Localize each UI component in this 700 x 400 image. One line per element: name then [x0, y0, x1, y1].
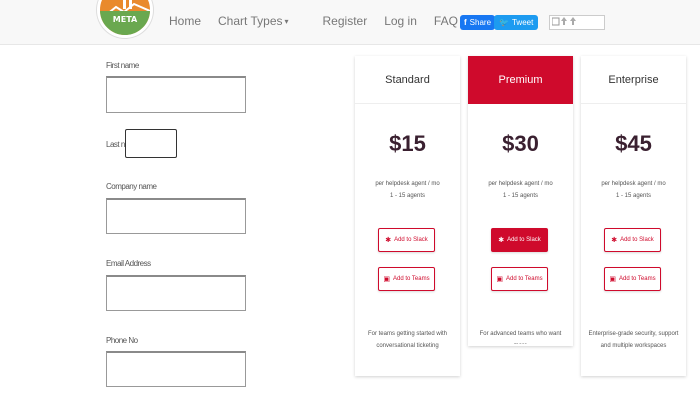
- add-to-teams-button[interactable]: ▣ Add to Teams: [378, 267, 435, 291]
- plan-description: Enterprise-grade security, support and m…: [588, 331, 679, 349]
- plan-price-details: per helpdesk agent / mo 1 - 15 agents: [355, 178, 460, 202]
- top-navbar: META Home Chart Types ▾ Register Log in F…: [0, 0, 700, 45]
- plan-agent-range: 1 - 15 agents: [389, 193, 426, 199]
- phone-input[interactable]: [106, 351, 246, 387]
- company-input[interactable]: [106, 198, 246, 234]
- nav-login[interactable]: Log in: [384, 14, 417, 28]
- add-to-slack-button[interactable]: ✱ Add to Slack: [491, 228, 548, 252]
- facebook-share-button[interactable]: f Share: [460, 15, 496, 30]
- plan-price: $45: [615, 131, 652, 156]
- facebook-icon: f: [464, 18, 467, 27]
- plan-name: Premium: [468, 56, 573, 104]
- plan-name: Enterprise: [581, 56, 686, 104]
- add-to-teams-button[interactable]: ▣ Add to Teams: [491, 267, 548, 291]
- plan-name: Standard: [355, 56, 460, 104]
- nav-faq[interactable]: FAQ: [434, 14, 458, 28]
- nav-register[interactable]: Register: [323, 14, 368, 28]
- slack-icon: ✱: [611, 237, 618, 244]
- logo-text: META: [112, 15, 138, 24]
- plan-description: For advanced teams who want more: [479, 331, 562, 344]
- add-to-slack-label: Add to Slack: [507, 237, 541, 243]
- slack-icon: ✱: [385, 237, 392, 244]
- teams-icon: ▣: [609, 276, 617, 283]
- plan-price: $15: [389, 131, 426, 156]
- chevron-down-icon: ▾: [284, 17, 289, 27]
- nav-home[interactable]: Home: [169, 14, 201, 28]
- phone-label: Phone No: [106, 336, 138, 345]
- nav-chart-types[interactable]: Chart Types ▾: [218, 14, 306, 28]
- share-widget-icon: [551, 17, 576, 26]
- add-to-teams-label: Add to Teams: [506, 276, 543, 282]
- first-name-input[interactable]: [106, 76, 246, 113]
- plan-per-agent: per helpdesk agent / mo: [488, 181, 553, 187]
- slack-icon: ✱: [498, 237, 505, 244]
- pricing-card-enterprise: Enterprise $45 per helpdesk agent / mo 1…: [581, 56, 686, 376]
- nav-chart-types-label: Chart Types: [218, 14, 283, 28]
- teams-icon: ▣: [383, 276, 391, 283]
- main-nav: Home Chart Types ▾ Register Log in FAQ: [169, 14, 475, 28]
- add-to-slack-button[interactable]: ✱ Add to Slack: [378, 228, 435, 252]
- plan-description: For teams getting started with conversat…: [367, 331, 448, 349]
- email-label: Email Address: [106, 259, 151, 268]
- last-name-input[interactable]: [125, 129, 177, 158]
- plan-price-details: per helpdesk agent / mo 1 - 15 agents: [581, 178, 686, 202]
- pricing-card-premium: Premium $30 per helpdesk agent / mo 1 - …: [468, 56, 573, 346]
- plan-per-agent: per helpdesk agent / mo: [601, 181, 666, 187]
- pricing-card-standard: Standard $15 per helpdesk agent / mo 1 -…: [355, 56, 460, 376]
- email-input[interactable]: [106, 275, 246, 311]
- add-to-teams-button[interactable]: ▣ Add to Teams: [604, 267, 661, 291]
- site-logo[interactable]: META: [97, 0, 153, 38]
- plan-agent-range: 1 - 15 agents: [615, 193, 652, 199]
- company-label: Company name: [106, 182, 157, 191]
- tweet-button[interactable]: 🐦 Tweet: [494, 15, 539, 30]
- twitter-bird-icon: 🐦: [499, 18, 509, 27]
- plan-per-agent: per helpdesk agent / mo: [375, 181, 440, 187]
- teams-icon: ▣: [496, 276, 504, 283]
- share-label: Share: [469, 18, 492, 27]
- social-count-widget[interactable]: [549, 15, 605, 30]
- plan-price: $30: [502, 131, 539, 156]
- add-to-slack-label: Add to Slack: [394, 237, 428, 243]
- first-name-label: First name: [106, 61, 139, 70]
- add-to-teams-label: Add to Teams: [619, 276, 656, 282]
- plan-price-details: per helpdesk agent / mo 1 - 15 agents: [468, 178, 573, 202]
- add-to-teams-label: Add to Teams: [393, 276, 430, 282]
- plan-agent-range: 1 - 15 agents: [502, 193, 539, 199]
- add-to-slack-label: Add to Slack: [620, 237, 654, 243]
- add-to-slack-button[interactable]: ✱ Add to Slack: [604, 228, 661, 252]
- tweet-label: Tweet: [511, 18, 534, 27]
